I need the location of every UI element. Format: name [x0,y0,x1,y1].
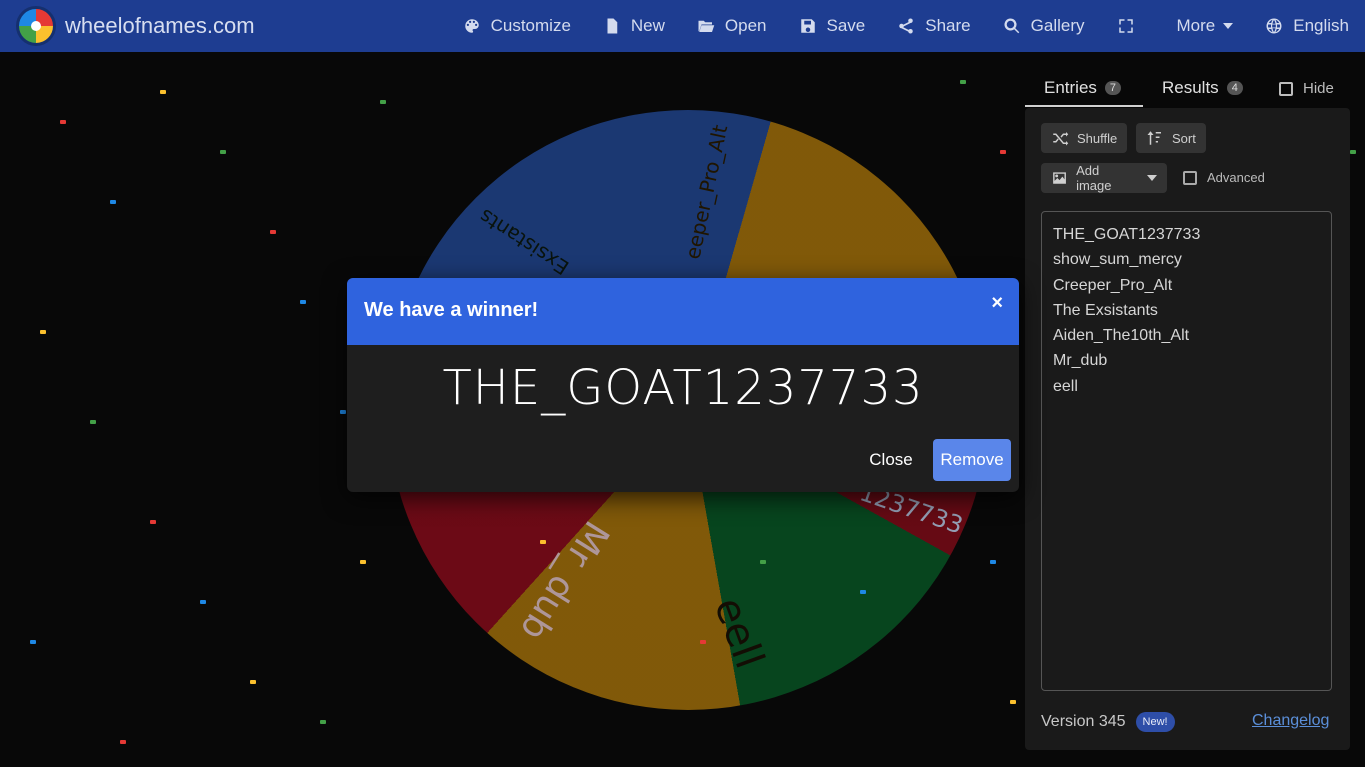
fullscreen-icon [1117,17,1135,35]
page: wheelofnames.com Customize New Open Save… [0,0,1365,767]
entry-line: Mr_dub [1053,352,1108,370]
nav-more[interactable]: More [1177,0,1234,52]
sort-button[interactable]: Sort [1136,123,1206,153]
shuffle-label: Shuffle [1077,130,1118,146]
top-bar: wheelofnames.com Customize New Open Save… [0,0,1365,52]
tab-results[interactable]: Results 4 [1162,70,1243,106]
tab-entries-label: Entries [1044,78,1097,97]
chevron-down-icon [1147,175,1157,181]
share-icon [897,17,915,35]
search-icon [1003,17,1021,35]
advanced-checkbox[interactable] [1183,170,1197,185]
add-image-button[interactable]: Add image [1041,163,1167,193]
nav-save[interactable]: Save [799,0,866,52]
advanced-label: Advanced [1207,170,1265,185]
nav-open[interactable]: Open [697,0,767,52]
nav-share-label: Share [925,16,971,35]
close-button[interactable]: Close [855,439,927,481]
remove-button[interactable]: Remove [933,439,1011,481]
entry-line: show_sum_mercy [1053,251,1182,269]
entries-count-badge: 7 [1104,81,1122,95]
entries-panel: Shuffle Sort Add image Advanced THE_GOAT… [1025,108,1350,750]
nav-new[interactable]: New [603,0,665,52]
advanced-toggle[interactable]: Advanced [1183,170,1265,185]
floppy-disk-icon [799,17,817,35]
results-count-badge: 4 [1226,81,1243,95]
entry-line: THE_GOAT1237733 [1053,226,1201,243]
nav-gallery-label: Gallery [1030,16,1085,35]
globe-icon [1265,17,1283,35]
version-label: Version 345 [1041,713,1126,730]
dialog-title: We have a winner! [364,299,539,321]
hide-checkbox[interactable] [1279,81,1293,96]
tab-entries[interactable]: Entries 7 [1044,70,1122,106]
entries-textarea[interactable]: THE_GOAT1237733 show_sum_mercy Creeper_P… [1041,211,1332,691]
nav-gallery[interactable]: Gallery [1003,0,1085,52]
entry-line: Creeper_Pro_Alt [1053,276,1173,294]
file-icon [603,17,621,35]
shuffle-button[interactable]: Shuffle [1041,123,1128,153]
shuffle-icon [1053,132,1069,146]
tab-results-label: Results [1162,78,1219,97]
logo-icon[interactable] [16,6,56,46]
winner-name: THE_GOAT1237733 [442,360,924,416]
winner-dialog: We have a winner! × THE_GOAT1237733 Clos… [347,278,1019,492]
nav-language-label: English [1293,16,1349,35]
entry-line: Aiden_The10th_Alt [1053,327,1190,345]
folder-open-icon [697,17,715,35]
palette-icon [463,17,481,35]
image-icon [1053,172,1066,184]
entry-line: eell [1053,377,1078,395]
hide-label: Hide [1303,80,1334,97]
active-tab-indicator [1025,105,1143,107]
changelog-link[interactable]: Changelog [1252,712,1329,730]
hide-toggle[interactable]: Hide [1279,80,1334,97]
new-badge: New! [1135,712,1175,732]
nav-language[interactable]: English [1265,0,1349,52]
dialog-header: We have a winner! × [347,278,1019,345]
nav-customize-label: Customize [490,16,571,35]
nav-new-label: New [630,16,665,35]
chevron-down-icon [1223,23,1234,29]
sort-label: Sort [1172,130,1196,146]
nav-more-label: More [1176,16,1216,35]
nav-open-label: Open [724,16,767,35]
add-image-label: Add image [1076,163,1112,193]
nav-fullscreen[interactable] [1117,0,1145,52]
close-icon[interactable]: × [991,292,1003,315]
site-name[interactable]: wheelofnames.com [65,13,255,39]
nav-save-label: Save [826,16,866,35]
version-info: Version 345 New! [1041,712,1175,732]
sort-icon [1147,131,1161,145]
nav-share[interactable]: Share [897,0,971,52]
sidebar-tabs: Entries 7 Results 4 Hide [1025,70,1355,108]
top-nav: Customize New Open Save Share Gallery Mo… [463,0,1365,52]
entry-line: The Exsistants [1053,301,1158,319]
nav-customize[interactable]: Customize [463,0,571,52]
